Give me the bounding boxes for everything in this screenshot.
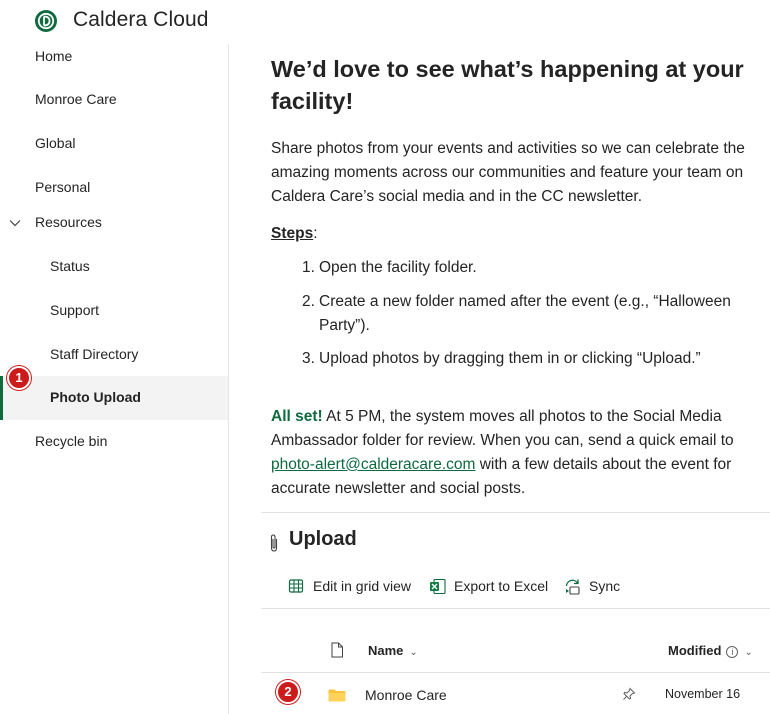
step-number: 2.	[302, 293, 315, 310]
sidebar-item-label: Support	[50, 302, 100, 318]
step-item: 3. Upload photos by dragging them in or c…	[302, 347, 762, 371]
section-divider	[261, 512, 770, 513]
step-item-continued: Party”).	[302, 314, 762, 338]
folder-icon	[328, 689, 346, 702]
sidebar-item-label: Global	[35, 135, 76, 151]
app-title[interactable]: Caldera Cloud	[73, 8, 209, 32]
sidebar-item-label: Home	[35, 48, 73, 64]
step-badge-1: 1	[7, 366, 31, 390]
step-text: Party”).	[319, 317, 370, 334]
sync-label: Sync	[589, 578, 621, 594]
row-name[interactable]: Monroe Care	[365, 687, 447, 703]
step-number: 3.	[302, 350, 315, 367]
edit-grid-view-label: Edit in grid view	[313, 578, 412, 594]
sidebar-item-recycle-bin[interactable]: Recycle bin	[0, 420, 228, 464]
step-text: Open the facility folder.	[319, 259, 477, 276]
step-item: 1. Open the facility folder.	[302, 256, 762, 280]
column-header-modified-label: Modified	[668, 643, 722, 658]
sort-chevron-icon: ⌄	[744, 647, 753, 658]
step-text: Upload photos by dragging them in or cli…	[319, 350, 701, 367]
sort-chevron-icon: ⌄	[409, 647, 418, 658]
page-heading: We’d love to see what’s happening at you…	[271, 56, 744, 114]
chevron-down-icon[interactable]	[9, 218, 21, 228]
top-bar: Caldera Cloud	[0, 0, 770, 44]
pin-icon[interactable]	[622, 687, 636, 701]
library-title[interactable]: Upload	[289, 528, 357, 551]
step-text: Create a new folder named after the even…	[319, 293, 731, 310]
export-excel-label: Export to Excel	[454, 578, 549, 594]
caldera-logo-icon	[35, 10, 57, 32]
step-badge-2: 2	[276, 680, 300, 704]
step-item: 2. Create a new folder named after the ev…	[302, 290, 762, 314]
email-link[interactable]: photo-alert@calderacare.com	[271, 456, 475, 473]
info-icon[interactable]: i	[726, 646, 739, 658]
header-divider	[261, 672, 770, 673]
column-header-name[interactable]: Name ⌄	[368, 643, 418, 658]
all-set-label: All set!	[271, 408, 323, 425]
steps-label-colon: :	[313, 225, 318, 242]
sidebar-item-status[interactable]: Status	[0, 245, 228, 289]
steps-label-text: Steps	[271, 225, 314, 242]
sidebar-nav: Home Monroe Care Global Personal Resourc…	[0, 44, 229, 714]
sidebar-item-global[interactable]: Global	[0, 122, 228, 166]
sidebar-item-label: Resources	[35, 214, 102, 230]
sidebar-item-support[interactable]: Support	[0, 289, 228, 333]
sidebar-item-label: Recycle bin	[35, 433, 108, 449]
column-header-name-label: Name	[368, 643, 404, 658]
row-modified: November 16	[665, 687, 741, 701]
file-type-icon	[331, 642, 343, 658]
all-set-body: At 5 PM, the system moves all photos to …	[271, 408, 734, 449]
selection-indicator	[0, 376, 3, 420]
sidebar-item-staff-directory[interactable]: Staff Directory	[0, 333, 228, 377]
sidebar-item-label: Personal	[35, 179, 91, 195]
paperclip-icon	[270, 534, 278, 552]
sidebar-item-photo-upload[interactable]: Photo Upload	[0, 376, 228, 420]
sidebar-item-label: Status	[50, 258, 90, 274]
step-number: 1.	[302, 259, 315, 276]
sidebar-item-label: Photo Upload	[50, 389, 141, 405]
sidebar-item-label: Monroe Care	[35, 91, 117, 107]
steps-label: Steps:	[271, 225, 318, 243]
excel-icon	[430, 578, 446, 595]
all-set-text: All set! At 5 PM, the system moves all p…	[271, 405, 766, 501]
sidebar-item-resources[interactable]: Resources	[0, 201, 228, 245]
toolbar-divider	[261, 608, 770, 609]
column-header-modified[interactable]: Modified i ⌄	[668, 643, 753, 658]
sidebar-item-label: Staff Directory	[50, 346, 139, 362]
intro-text: Share photos from your events and activi…	[271, 140, 745, 205]
sync-icon	[565, 579, 580, 595]
grid-icon	[288, 579, 304, 593]
sidebar-item-monroe-care[interactable]: Monroe Care	[0, 78, 228, 122]
